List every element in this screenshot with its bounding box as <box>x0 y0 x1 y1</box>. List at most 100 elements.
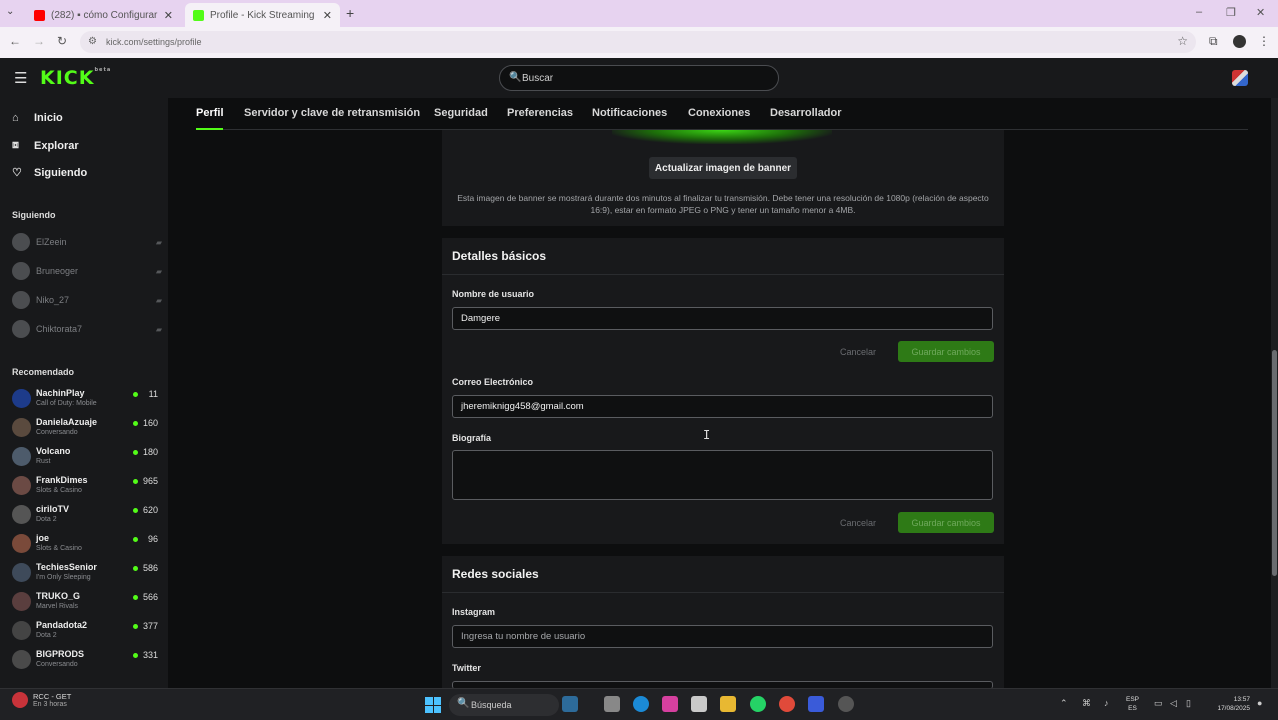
close-window-button[interactable]: ✕ <box>1256 6 1265 19</box>
copilot-icon[interactable] <box>562 696 578 712</box>
username-label: Nombre de usuario <box>452 289 535 299</box>
username-field[interactable]: Damgere <box>452 307 993 330</box>
network-icon[interactable]: ⌘ <box>1082 698 1091 709</box>
menu-icon[interactable]: ☰ <box>14 69 27 87</box>
following-channel[interactable]: Chiktorata7 ▰ <box>12 319 162 339</box>
avatar <box>12 291 30 309</box>
avatar <box>12 534 31 553</box>
email-field[interactable]: jheremiknigg458@gmail.com <box>452 395 993 418</box>
extensions-icon[interactable]: ⧉ <box>1209 34 1218 49</box>
close-tab-icon[interactable]: ✕ <box>164 9 173 22</box>
live-indicator-icon <box>133 421 138 426</box>
chrome-icon[interactable] <box>779 696 795 712</box>
following-channel[interactable]: ElZeein ▰ <box>12 232 162 252</box>
clock[interactable]: 13:57 17/08/2025 <box>1206 695 1250 713</box>
tab-servidor[interactable]: Servidor y clave de retransmisión <box>244 107 420 119</box>
following-channel[interactable]: Bruneoger ▰ <box>12 261 162 281</box>
scrollbar-thumb[interactable] <box>1272 350 1277 576</box>
back-button[interactable]: ← <box>9 34 21 48</box>
tab-notificaciones[interactable]: Notificaciones <box>592 107 667 119</box>
taskbar-search[interactable]: 🔍 Búsqueda <box>449 694 559 716</box>
instagram-field[interactable]: Ingresa tu nombre de usuario <box>452 625 993 648</box>
tray-chevron-icon[interactable]: ⌃ <box>1060 698 1068 709</box>
reload-button[interactable]: ↻ <box>57 34 67 48</box>
recommended-channel[interactable]: TechiesSenior I'm Only Sleeping 586 <box>12 560 160 586</box>
recommended-channel[interactable]: Pandadota2 Dota 2 377 <box>12 618 160 644</box>
sidebar-item-inicio[interactable]: ⌂ Inicio <box>12 112 63 124</box>
language-indicator[interactable]: ESP ES <box>1126 695 1139 713</box>
channel-category: Marvel Rivals <box>36 603 79 610</box>
browser-tab-kick[interactable]: Profile - Kick Streaming ✕ <box>185 3 340 27</box>
tab-conexiones[interactable]: Conexiones <box>688 107 750 119</box>
app-icon[interactable] <box>838 696 854 712</box>
divider <box>442 274 1004 275</box>
notifications-icon[interactable]: ● <box>1257 698 1262 708</box>
profile-avatar[interactable] <box>1233 35 1246 48</box>
new-tab-button[interactable]: + <box>346 5 354 21</box>
kick-logo[interactable]: KICKbeta <box>40 67 111 89</box>
live-indicator-icon <box>133 595 138 600</box>
page-scrollbar[interactable] <box>1271 98 1278 688</box>
channel-category: Conversando <box>36 429 78 436</box>
channel-category: Dota 2 <box>36 632 57 639</box>
bio-field[interactable] <box>452 450 993 500</box>
task-view-icon[interactable] <box>604 696 620 712</box>
tab-search-button[interactable]: ⌄ <box>6 6 14 17</box>
volume-icon[interactable]: ◁ <box>1170 698 1177 709</box>
search-input[interactable]: 🔍 Buscar <box>499 65 779 91</box>
store-icon[interactable] <box>691 696 707 712</box>
sidebar-item-explorar[interactable]: ⧈ Explorar <box>12 139 79 152</box>
recommended-channel[interactable]: joe Slots & Casino 96 <box>12 531 160 557</box>
whatsapp-icon[interactable] <box>750 696 766 712</box>
channel-name: Volcano <box>36 446 71 456</box>
cancel-button[interactable]: Cancelar <box>840 518 876 528</box>
microphone-icon[interactable]: ♪ <box>1104 698 1109 708</box>
tab-preferencias[interactable]: Preferencias <box>507 107 573 119</box>
instagram-icon[interactable] <box>662 696 678 712</box>
section-title: Detalles básicos <box>452 249 547 263</box>
browser-toolbar: ← → ↻ ⚙ kick.com/settings/profile ☆ ⧉ ⋮ <box>0 27 1278 58</box>
following-channel[interactable]: Niko_27 ▰ <box>12 290 162 310</box>
forward-button[interactable]: → <box>33 34 45 48</box>
battery-icon[interactable]: ▯ <box>1186 698 1191 709</box>
bookmark-star-icon[interactable]: ☆ <box>1177 34 1188 48</box>
news-widget[interactable]: RCC - GET En 3 horas <box>12 692 71 708</box>
restore-button[interactable]: ❐ <box>1226 6 1236 19</box>
save-button[interactable]: Guardar cambios <box>898 341 994 362</box>
minimize-button[interactable]: – <box>1196 6 1202 18</box>
browser-tab-bar: ⌄ (282) ▪ cómo Configurar OBS ✕ Profile … <box>0 0 1278 27</box>
recommended-channel[interactable]: ciriloTV Dota 2 620 <box>12 502 160 528</box>
live-indicator-icon <box>133 392 138 397</box>
recommended-channel[interactable]: Volcano Rust 180 <box>12 444 160 470</box>
browser-menu-button[interactable]: ⋮ <box>1258 34 1270 48</box>
recommended-channel[interactable]: BIGPRODS Conversando 331 <box>12 647 160 673</box>
recommended-channel[interactable]: DanielaAzuaje Conversando 160 <box>12 415 160 441</box>
app-icon[interactable] <box>808 696 824 712</box>
live-indicator-icon <box>133 508 138 513</box>
viewer-count: 11 <box>148 389 158 399</box>
wifi-icon[interactable]: ▭ <box>1154 698 1163 709</box>
recommended-channel[interactable]: FrankDimes Slots & Casino 965 <box>12 473 160 499</box>
close-tab-icon[interactable]: ✕ <box>323 9 332 22</box>
sidebar-item-siguiendo[interactable]: ♡ Siguiendo <box>12 166 87 180</box>
tab-perfil[interactable]: Perfil <box>196 107 224 119</box>
offline-icon: ▰ <box>155 324 162 334</box>
address-bar[interactable]: ⚙ kick.com/settings/profile ☆ <box>80 31 1196 53</box>
recommended-channel[interactable]: NachinPlay Call of Duty: Mobile 11 <box>12 386 160 412</box>
edge-icon[interactable] <box>633 696 649 712</box>
browser-tab-youtube[interactable]: (282) ▪ cómo Configurar OBS ✕ <box>26 3 181 27</box>
user-avatar[interactable] <box>1232 70 1248 86</box>
site-info-icon[interactable]: ⚙ <box>88 36 97 47</box>
cancel-button[interactable]: Cancelar <box>840 347 876 357</box>
windows-start-icon[interactable] <box>425 697 441 713</box>
recommended-channel[interactable]: TRUKO_G Marvel Rivals 566 <box>12 589 160 615</box>
avatar <box>12 476 31 495</box>
tab-seguridad[interactable]: Seguridad <box>434 107 488 119</box>
update-banner-button[interactable]: Actualizar imagen de banner <box>649 157 797 179</box>
avatar <box>12 389 31 408</box>
tab-desarrollador[interactable]: Desarrollador <box>770 107 842 119</box>
email-value: jheremiknigg458@gmail.com <box>461 401 584 412</box>
file-explorer-icon[interactable] <box>720 696 736 712</box>
save-button[interactable]: Guardar cambios <box>898 512 994 533</box>
viewer-count: 180 <box>142 447 158 457</box>
